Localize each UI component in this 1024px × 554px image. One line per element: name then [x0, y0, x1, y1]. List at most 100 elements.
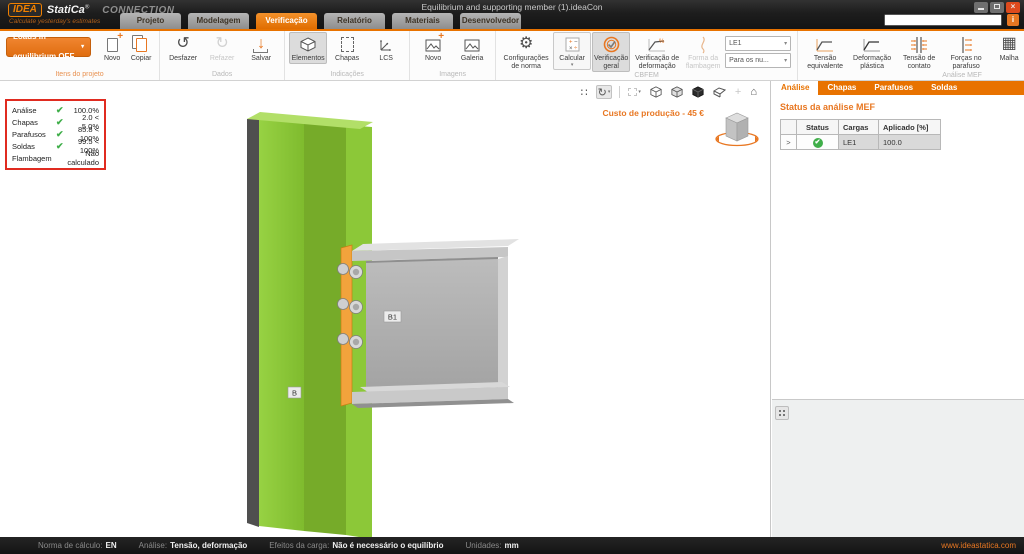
search-input[interactable] [885, 15, 1001, 25]
viewport-3d[interactable]: Análise ✔ 100.0% Chapas ✔ 2.0 < 5.0% Par… [0, 81, 771, 537]
tab-verificacao[interactable]: Verificação [256, 13, 317, 29]
select-button[interactable]: ▾ [627, 85, 642, 99]
elementos-button[interactable]: Elementos [289, 32, 328, 65]
table-row[interactable]: > ✔ LE1 100.0 [780, 134, 941, 150]
save-icon: ↓ [249, 34, 273, 55]
salvar-button[interactable]: ↓ Salvar [242, 32, 280, 64]
tensao-equivalente-button[interactable]: Tensão equivalente [802, 32, 848, 72]
transparent-view-button[interactable] [670, 85, 684, 99]
status-norma: Norma de cálculo: EN [38, 541, 117, 550]
configuracoes-de-norma-button[interactable]: ⚙ Configurações de norma [500, 32, 552, 72]
load-case-select[interactable]: LE1 ▾ [725, 36, 792, 51]
wireframe-view-button[interactable] [649, 85, 663, 99]
ribbon-group-dados: ↺ Desfazer ↻ Refazer ↓ Salvar Dados [160, 31, 286, 80]
right-panel: Análise Chapas Parafusos Soldas Status d… [772, 81, 1024, 537]
new-document-icon: + [100, 31, 124, 55]
beam-web-face[interactable] [366, 259, 498, 396]
lcs-button[interactable]: LCS [367, 32, 405, 64]
tab-desenvolvedor[interactable]: Desenvolvedor [460, 13, 521, 29]
maximize-icon [994, 4, 1000, 9]
beam-end-cap[interactable] [498, 256, 508, 391]
window-title: Equilibrium and supporting member (1).id… [421, 2, 603, 12]
verificacao-de-deformacao-button[interactable]: % Verificação de deformação [631, 32, 683, 72]
analysis-status-panel: Status da análise MEF Status Cargas Apli… [772, 95, 1024, 400]
pan-button[interactable]: + [734, 85, 742, 99]
axes-icon [374, 34, 398, 55]
nova-imagem-button[interactable]: + Novo [414, 31, 452, 64]
verificacao-geral-button[interactable]: Verificação geral [592, 32, 631, 73]
tab-materiais[interactable]: Materiais [392, 13, 453, 29]
deformation-check-icon: % [645, 34, 669, 55]
tab-soldas[interactable]: Soldas [922, 81, 966, 95]
refazer-button[interactable]: ↻ Refazer [203, 32, 241, 64]
home-view-button[interactable]: ⌂ [749, 85, 758, 99]
connection-model[interactable]: B B1 [0, 81, 771, 537]
section-view-button[interactable] [712, 85, 727, 99]
website-link[interactable]: www.ideastatica.com [941, 541, 1016, 550]
status-check-icon: ✔ [812, 137, 823, 148]
chevron-down-icon: ▾ [81, 44, 85, 50]
row-expander[interactable]: > [780, 134, 797, 150]
buckling-shape-icon [691, 34, 715, 55]
tab-parafusos[interactable]: Parafusos [865, 81, 922, 95]
search-box[interactable] [884, 14, 1002, 26]
column-web-face[interactable] [304, 121, 346, 535]
navigation-cube[interactable] [712, 103, 762, 149]
copy-document-icon [129, 34, 153, 55]
expand-panel-button[interactable] [775, 406, 789, 420]
group-label: Imagens [439, 71, 467, 78]
tab-projeto[interactable]: Projeto [120, 13, 181, 29]
info-button[interactable]: i [1007, 14, 1019, 26]
viewport-toolbar: ∷ ↻ ▾ ▾ + ⌂ [580, 85, 758, 99]
tensao-de-contato-button[interactable]: Tensão de contato [896, 32, 942, 72]
right-panel-tabs: Análise Chapas Parafusos Soldas [772, 81, 1024, 95]
close-button[interactable]: × [1006, 2, 1020, 13]
chapas-button[interactable]: Chapas [328, 32, 366, 64]
fit-view-button[interactable]: ∷ [580, 85, 589, 99]
cube-icon [296, 34, 320, 55]
tab-chapas[interactable]: Chapas [818, 81, 865, 95]
copiar-button[interactable]: Copiar [127, 32, 155, 64]
forcas-no-parafuso-button[interactable]: Forças no parafuso [943, 32, 989, 72]
svg-text:+: + [569, 40, 573, 46]
ribbon-tabs: Projeto Modelagem Verificação Relatório … [120, 13, 521, 29]
plastic-strain-icon [860, 34, 884, 55]
summary-row-flambagem: Flambagem Não calculado [12, 149, 100, 167]
plate-outline-icon [335, 34, 359, 55]
results-summary-panel: Análise ✔ 100.0% Chapas ✔ 2.0 < 5.0% Par… [5, 99, 106, 170]
ribbon-group-analise-mef: Tensão equivalente Deformação plástica T… [798, 31, 1024, 80]
calcular-button[interactable]: + − × ÷ Calcular ▾ [553, 32, 592, 70]
wireframe-cube-icon [650, 86, 662, 98]
minimize-icon [978, 8, 984, 10]
desfazer-button[interactable]: ↺ Desfazer [164, 32, 202, 64]
tab-analise[interactable]: Análise [772, 81, 819, 95]
maximize-button[interactable] [990, 2, 1004, 13]
deformacao-plastica-button[interactable]: Deformação plástica [849, 32, 895, 72]
orbit-icon: ↻ [597, 86, 607, 99]
novo-projeto-button[interactable]: + Novo [98, 31, 126, 64]
ribbon: Loads in equilibrium OFF ▾ + Novo Copiar… [0, 31, 1024, 81]
expand-icon: ∷ [580, 86, 588, 99]
check-icon: ✔ [56, 116, 64, 127]
minimize-button[interactable] [974, 2, 988, 13]
accent-line [0, 29, 1024, 31]
malha-button[interactable]: ▦ Malha [990, 32, 1024, 64]
solid-view-button[interactable] [691, 85, 705, 99]
member-label-b[interactable]: B [287, 386, 302, 399]
svg-text:B: B [292, 389, 297, 398]
member-label-b1[interactable]: B1 [383, 310, 402, 323]
loads-in-equilibrium-button[interactable]: Loads in equilibrium OFF ▾ [6, 32, 92, 61]
galeria-button[interactable]: Galeria [453, 32, 491, 64]
column-flange-face[interactable] [259, 117, 304, 531]
group-label: CBFEM [634, 72, 659, 80]
cargas-cell: LE1 [838, 134, 879, 150]
tab-relatorio[interactable]: Relatório [324, 13, 385, 29]
pan-icon: + [734, 86, 742, 98]
undo-icon: ↺ [176, 35, 190, 53]
forma-da-flambagem-button[interactable]: Forma da flambagem [684, 32, 722, 72]
column-flange-edge[interactable] [247, 117, 259, 527]
node-scope-select[interactable]: Para os nu... ▾ [725, 53, 792, 68]
orbit-button[interactable]: ↻ ▾ [595, 85, 613, 99]
tab-modelagem[interactable]: Modelagem [188, 13, 249, 29]
gear-icon: ⚙ [518, 35, 534, 53]
